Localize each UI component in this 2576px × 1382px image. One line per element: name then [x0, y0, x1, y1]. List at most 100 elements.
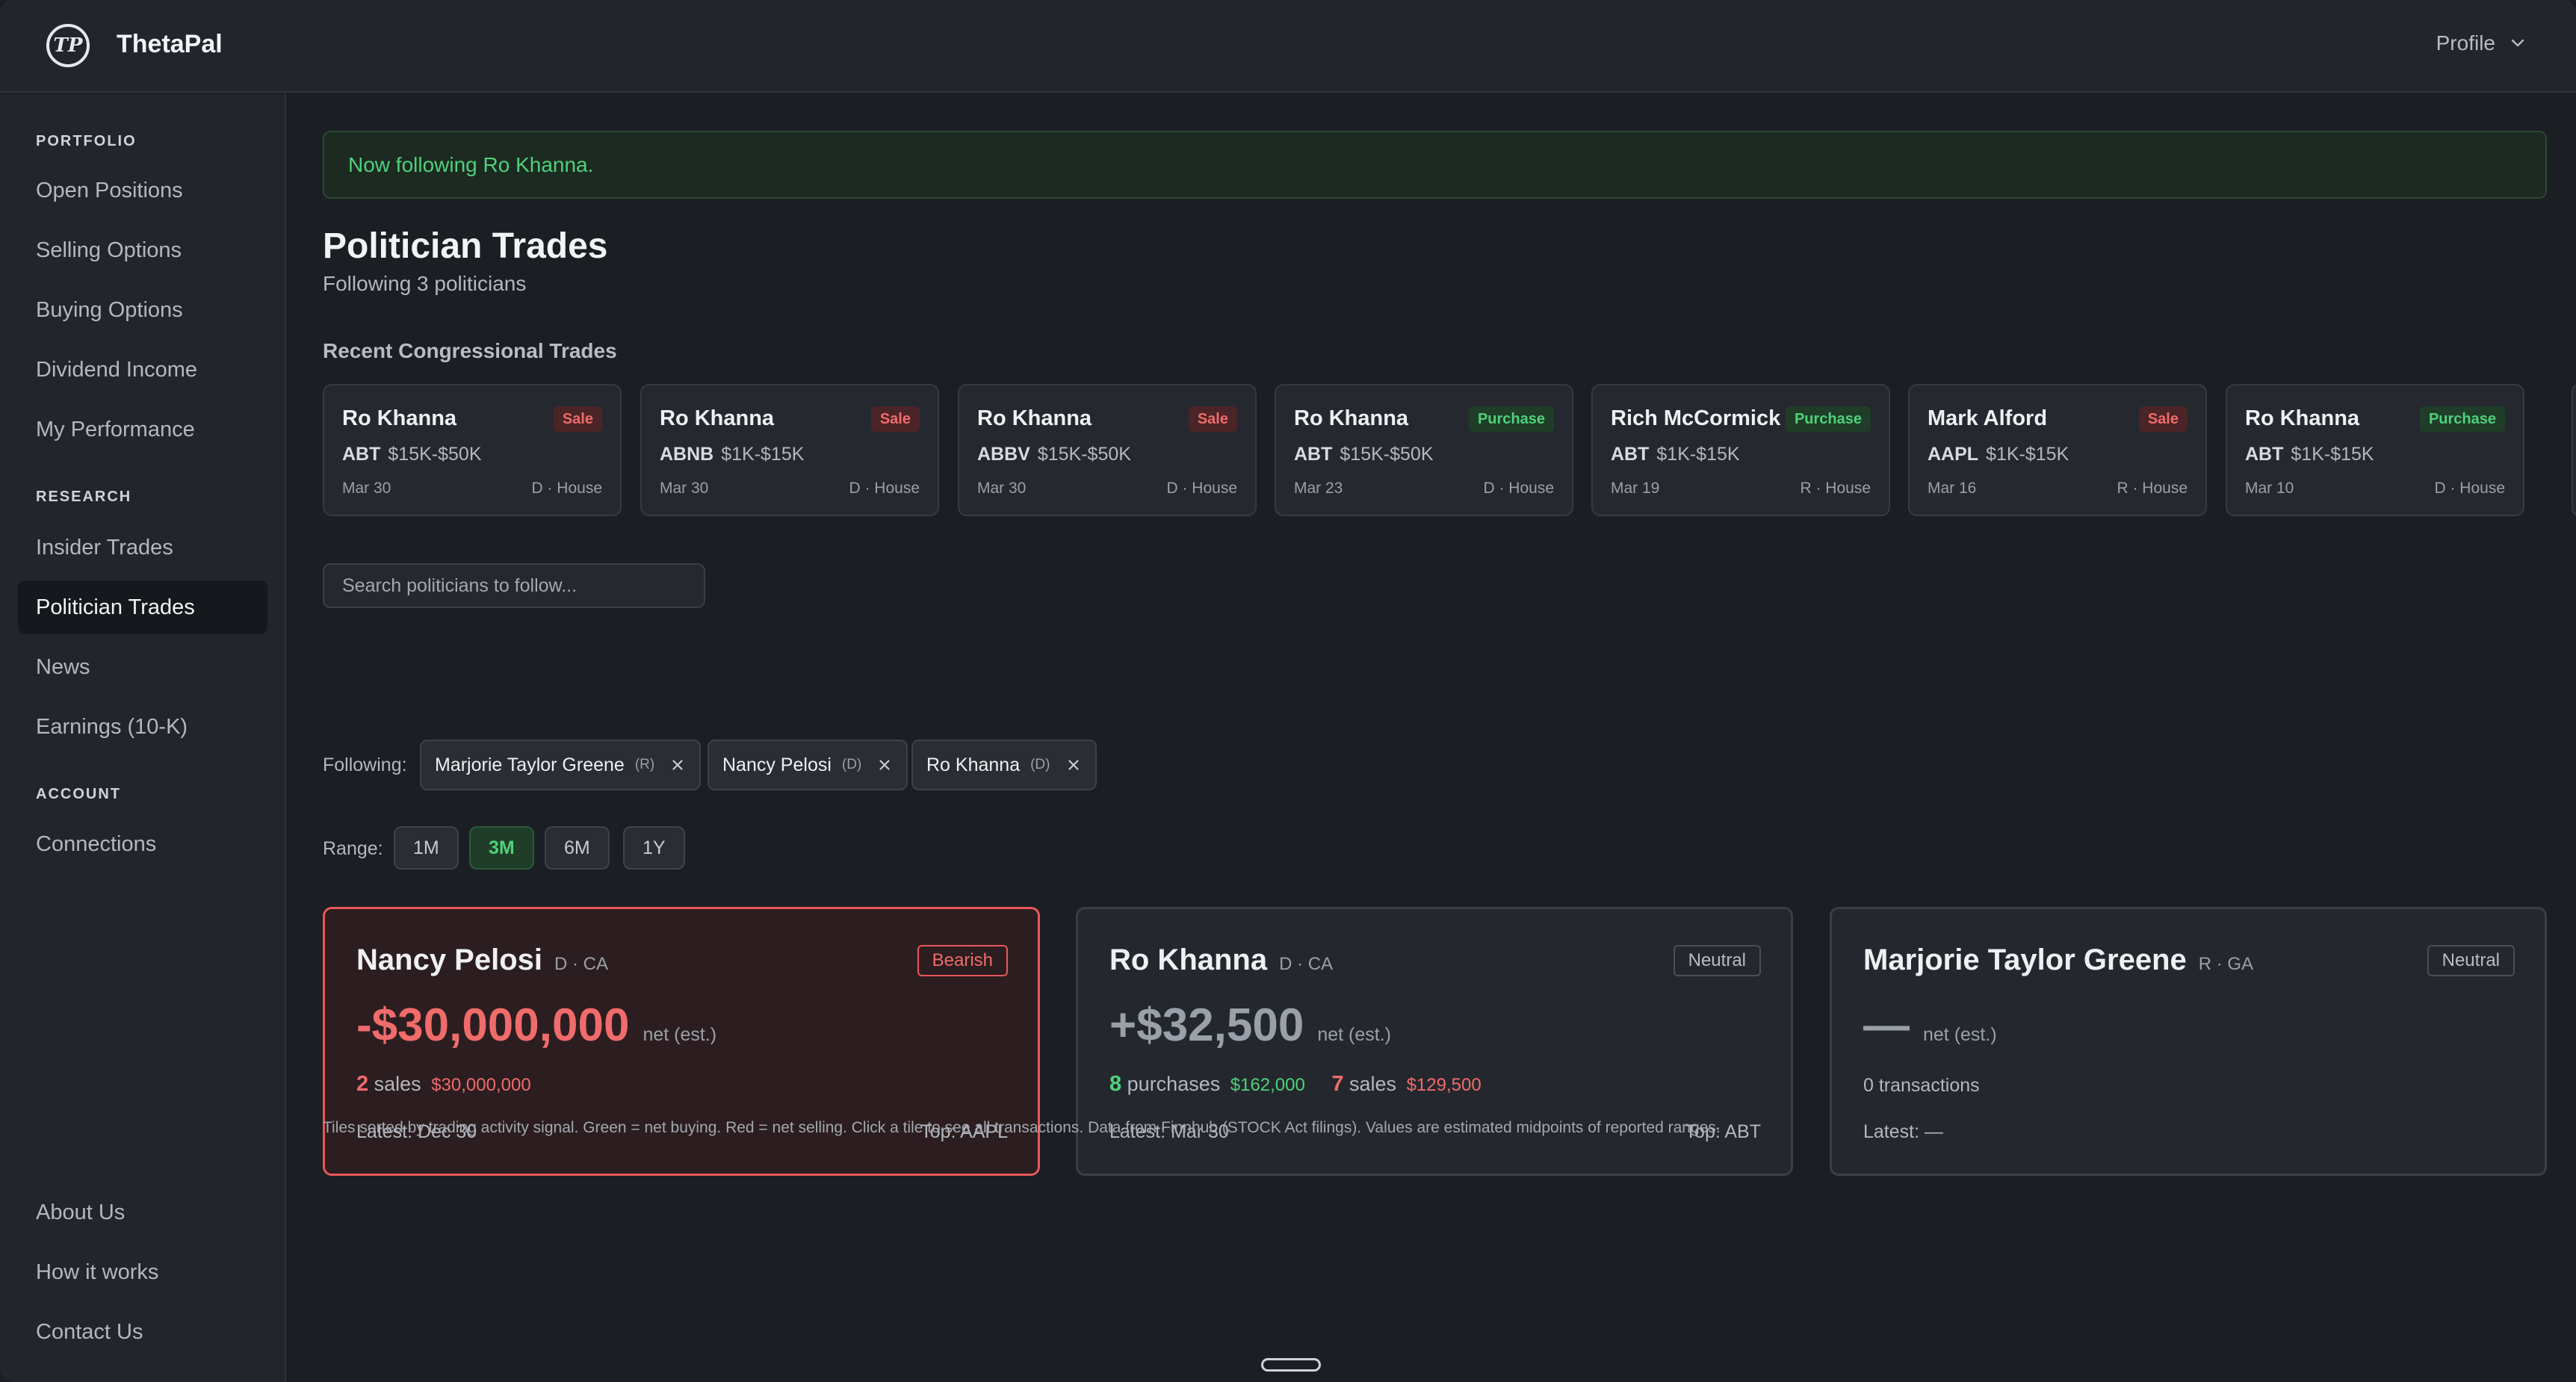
recent-trades-row[interactable]: Ro Khanna Sale ABT $15K-$50K Mar 30 D · H… [323, 384, 2576, 518]
trade-date: Mar 19 [1611, 480, 1660, 497]
net-amount: — net (est.) [1863, 999, 1997, 1052]
sidebar-item-connections[interactable]: Connections [18, 817, 267, 871]
trade-ticker-symbol: ABT [1611, 444, 1650, 465]
politician-tile[interactable]: Marjorie Taylor Greene R · GA Neutral — ne… [1830, 907, 2547, 1176]
top-header: TP ThetaPal Profile [0, 0, 2576, 93]
net-value: -$30,000,000 [356, 1000, 630, 1051]
trade-ticker: ABBV $15K-$50K [977, 444, 1131, 465]
trade-card[interactable]: Ro Khanna Sale ABT $15K-$50K Mar 30 D · H… [323, 384, 622, 516]
page-title: Politician Trades [323, 226, 608, 266]
signal-badge: Bearish [917, 945, 1008, 976]
trade-card[interactable]: Mark Alford Sale AAPL $1K-$15K Mar 16 R ·… [1908, 384, 2207, 516]
following-chip[interactable]: Marjorie Taylor Greene (R) [420, 740, 702, 790]
trade-card[interactable]: Ro Khanna Purchase ABT $15K-$50K Mar 23 D… [1275, 384, 1573, 516]
trade-card[interactable]: Rich McCormick Purchase ABT $1K-$15K Mar … [1591, 384, 1890, 516]
politician-name-text: Marjorie Taylor Greene [1863, 943, 2187, 976]
trade-type-badge: Sale [2138, 406, 2188, 432]
following-chip[interactable]: Nancy Pelosi (D) [708, 740, 908, 790]
trade-ticker-symbol: ABT [342, 444, 381, 465]
trade-party-chamber: D · House [849, 480, 920, 497]
trade-politician-name: Rich McCormick [1611, 406, 1781, 430]
sidebar-item-my-performance[interactable]: My Performance [18, 403, 267, 456]
sidebar-item-politician-trades[interactable]: Politician Trades [18, 580, 267, 634]
trade-amount-range: $1K-$15K [721, 444, 805, 465]
sales-amount: $129,500 [1406, 1075, 1481, 1095]
profile-label: Profile [2436, 31, 2495, 55]
trade-ticker-symbol: ABBV [977, 444, 1030, 465]
chip-party: (R) [634, 757, 655, 772]
trade-ticker: ABT $1K-$15K [1611, 444, 1740, 465]
politician-party-state: D · CA [1279, 954, 1334, 974]
app-window: TP ThetaPal Profile PORTFOLIO Open Posit… [0, 0, 2576, 1382]
sales-amount: $30,000,000 [431, 1075, 531, 1095]
trade-date: Mar 30 [342, 480, 391, 497]
sales-count: 2 [356, 1072, 369, 1096]
trade-ticker-symbol: ABT [1294, 444, 1333, 465]
home-indicator [1261, 1358, 1321, 1372]
trade-ticker: ABNB $1K-$15K [660, 444, 804, 465]
trade-date: Mar 23 [1294, 480, 1343, 497]
trade-party-chamber: D · House [531, 480, 602, 497]
sales-label: sales [374, 1073, 421, 1095]
trade-amount-range: $15K-$50K [1340, 444, 1434, 465]
range-button-3m[interactable]: 3M [469, 826, 534, 870]
main-content: Now following Ro Khanna. Politician Trad… [288, 94, 2576, 1382]
trade-card[interactable]: Ro Khanna Purchase ABT $1K-$15K Mar 10 D … [2226, 384, 2524, 516]
trade-amount-range: $15K-$50K [1037, 444, 1131, 465]
range-button-1m[interactable]: 1M [394, 826, 459, 870]
sidebar-item-selling-options[interactable]: Selling Options [18, 223, 267, 277]
trade-ticker: ABT $15K-$50K [1294, 444, 1434, 465]
signal-badge: Neutral [1673, 945, 1761, 976]
trade-stats: 8 purchases $162,000 7 sales $129,500 [1109, 1072, 1481, 1097]
close-icon[interactable] [669, 757, 686, 773]
range-button-1y[interactable]: 1Y [623, 826, 685, 870]
trade-ticker-symbol: ABNB [660, 444, 714, 465]
profile-menu[interactable]: Profile [2436, 31, 2527, 55]
sidebar-item-news[interactable]: News [18, 640, 267, 694]
trade-card-overflow[interactable] [2572, 384, 2576, 516]
trade-card[interactable]: Ro Khanna Sale ABBV $15K-$50K Mar 30 D · … [958, 384, 1257, 516]
logo-icon[interactable]: TP [46, 24, 90, 67]
sidebar-item-how-it-works[interactable]: How it works [18, 1245, 267, 1299]
footnote: Tiles sorted by trading activity signal.… [323, 1119, 1721, 1136]
sidebar-item-insider-trades[interactable]: Insider Trades [18, 521, 267, 574]
trade-date: Mar 30 [977, 480, 1027, 497]
range-button-6m[interactable]: 6M [545, 826, 610, 870]
trade-politician-name: Mark Alford [1928, 406, 2048, 430]
chip-name: Nancy Pelosi [722, 754, 832, 775]
trade-ticker-symbol: AAPL [1928, 444, 1979, 465]
trade-date: Mar 30 [660, 480, 709, 497]
sidebar-item-dividend-income[interactable]: Dividend Income [18, 343, 267, 397]
sidebar-item-about-us[interactable]: About Us [18, 1186, 267, 1239]
sidebar-item-earnings[interactable]: Earnings (10-K) [18, 700, 267, 754]
sidebar-section-account: ACCOUNT [36, 786, 121, 802]
politician-party-state: D · CA [554, 954, 609, 974]
trade-ticker-symbol: ABT [2245, 444, 2284, 465]
net-label: net (est.) [1317, 1024, 1391, 1045]
sales-count: 7 [1331, 1072, 1344, 1096]
trade-date: Mar 16 [1928, 480, 1977, 497]
success-alert: Now following Ro Khanna. [323, 131, 2547, 199]
transaction-count: 0 transactions [1863, 1075, 1980, 1096]
sidebar-item-contact-us[interactable]: Contact Us [18, 1305, 267, 1359]
trade-party-chamber: D · House [1483, 480, 1554, 497]
purchases-count: 8 [1109, 1072, 1122, 1096]
net-label: net (est.) [643, 1024, 717, 1045]
brand-name[interactable]: ThetaPal [117, 30, 223, 59]
trade-card[interactable]: Ro Khanna Sale ABNB $1K-$15K Mar 30 D · H… [640, 384, 939, 516]
following-chip[interactable]: Ro Khanna (D) [911, 740, 1097, 790]
politician-search-input[interactable] [323, 563, 705, 608]
sidebar-item-open-positions[interactable]: Open Positions [18, 164, 267, 217]
purchases-label: purchases [1127, 1073, 1221, 1095]
sidebar-section-portfolio: PORTFOLIO [36, 133, 137, 149]
trade-date: Mar 10 [2245, 480, 2294, 497]
trade-amount-range: $1K-$15K [1656, 444, 1740, 465]
close-icon[interactable] [876, 757, 893, 773]
following-label: Following: [323, 754, 407, 775]
signal-badge: Neutral [2427, 945, 2515, 976]
close-icon[interactable] [1065, 757, 1082, 773]
sales-label: sales [1349, 1073, 1397, 1095]
trade-politician-name: Ro Khanna [342, 406, 457, 430]
trade-type-badge: Sale [870, 406, 920, 432]
sidebar-item-buying-options[interactable]: Buying Options [18, 283, 267, 337]
